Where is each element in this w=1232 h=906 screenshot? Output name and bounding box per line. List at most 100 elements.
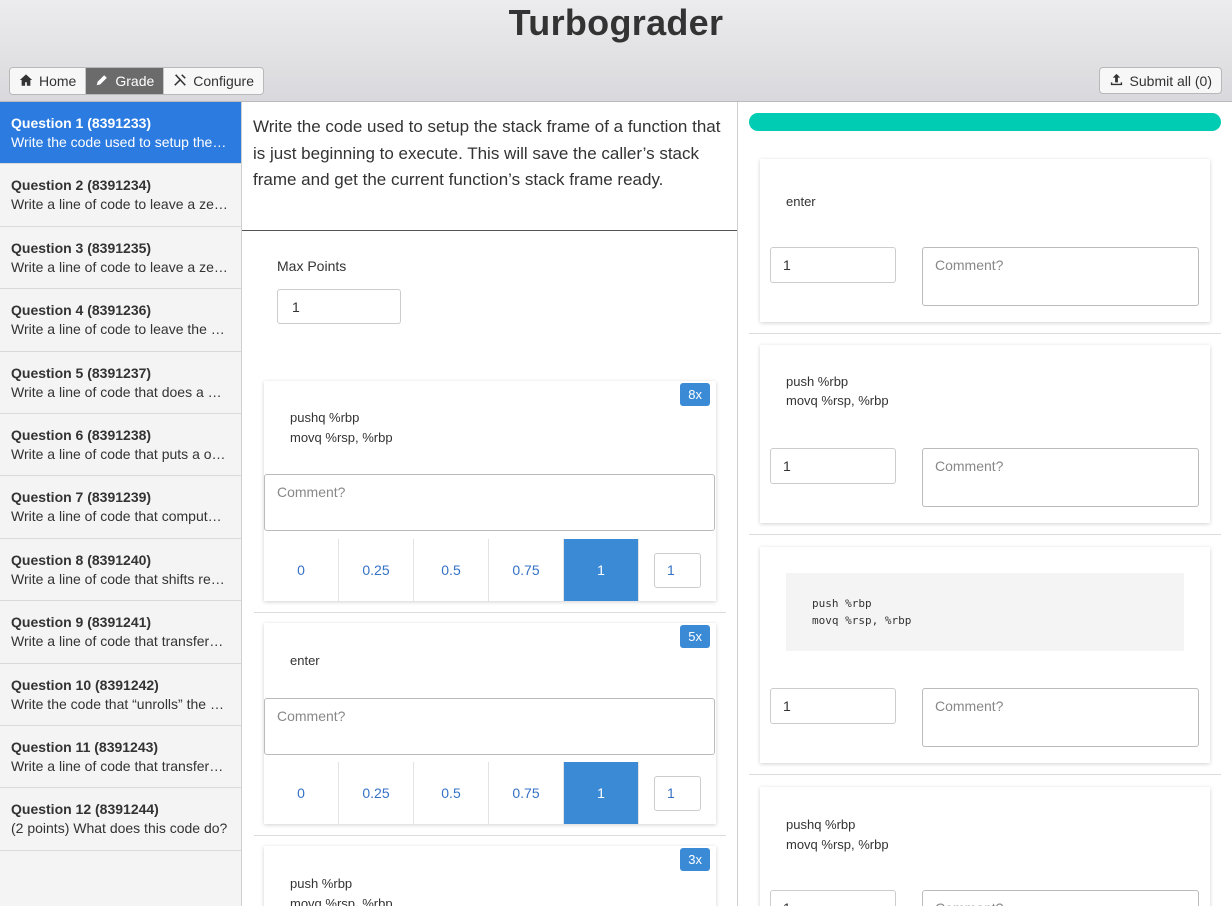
grading-progress-bar (749, 113, 1221, 131)
score-option[interactable]: 0.25 (339, 762, 414, 824)
submission-card: pushq %rbp movq %rsp, %rbp Comment? (760, 787, 1210, 906)
submit-all-button[interactable]: Submit all (0) (1098, 67, 1222, 94)
score-options: 0 0.25 0.5 0.75 1 (264, 762, 716, 824)
home-button[interactable]: Home (10, 68, 87, 94)
score-options: 0 0.25 0.5 0.75 1 (264, 539, 716, 601)
configure-label: Configure (193, 73, 254, 89)
question-list: Question 1 (8391233) Write the code used… (0, 102, 242, 906)
grade-button[interactable]: Grade (86, 68, 165, 94)
custom-score-wrap (639, 539, 716, 601)
count-badge: 8x (680, 383, 710, 406)
answer-group-card: 8x pushq %rbp movq %rsp, %rbp Comment? 0… (264, 381, 716, 601)
divider (749, 333, 1221, 334)
question-summary: Write a line of code that transfers a va… (11, 633, 229, 650)
question-summary: Write the code used to setup the stack f… (11, 134, 229, 150)
question-item[interactable]: Question 6 (8391238) Write a line of cod… (0, 414, 241, 477)
app-title: Turbograder (508, 2, 724, 43)
home-label: Home (39, 73, 77, 89)
submission-comment-field[interactable]: Comment? (922, 448, 1199, 507)
comment-field[interactable]: Comment? (264, 698, 715, 755)
question-title: Question 11 (8391243) (11, 738, 159, 755)
submission-comment-field[interactable]: Comment? (922, 688, 1199, 747)
submission-card: enter Comment? (760, 159, 1210, 322)
answer-group-card: 5x enter Comment? 0 0.25 0.5 0.75 1 (264, 623, 716, 824)
question-summary: Write a line of code that puts a one in … (11, 445, 229, 462)
question-item[interactable]: Question 9 (8391241) Write a line of cod… (0, 601, 241, 664)
submit-all-label: Submit all (0) (1129, 72, 1212, 89)
submission-score-input[interactable] (770, 890, 896, 906)
score-option[interactable]: 0 (264, 762, 339, 824)
custom-score-wrap (639, 762, 716, 824)
question-title: Question 8 (8391240) (11, 551, 152, 568)
answer-groups-panel: Write the code used to setup the stack f… (242, 102, 738, 906)
submission-text: enter (786, 194, 816, 209)
divider (749, 534, 1221, 535)
question-summary: Write a line of code to leave the value … (11, 321, 229, 338)
score-option[interactable]: 0.25 (339, 539, 414, 601)
max-points-input[interactable] (277, 289, 401, 324)
custom-score-input[interactable] (654, 552, 701, 588)
question-title: Question 9 (8391241) (11, 614, 152, 631)
question-item[interactable]: Question 7 (8391239) Write a line of cod… (0, 476, 241, 539)
submission-text: pushq %rbp movq %rsp, %rbp (786, 817, 889, 852)
submission-comment-field[interactable]: Comment? (922, 247, 1199, 306)
app-header: Turbograder Home Grade Configure Submit … (0, 0, 1232, 102)
question-summary: Write a line of code that computes an ad… (11, 508, 229, 525)
question-summary: Write a line of code to leave a zero in … (11, 196, 229, 213)
tools-icon (173, 73, 187, 90)
score-option-selected[interactable]: 1 (564, 762, 639, 824)
question-summary: (2 points) What does this code do? (11, 820, 228, 837)
question-summary: Write a line of code that does a bitwise… (11, 383, 229, 400)
answer-text: push %rbp movq %rsp, %rbp (290, 876, 393, 906)
answer-text: pushq %rbp movq %rsp, %rbp (290, 410, 393, 445)
comment-field[interactable]: Comment? (264, 474, 715, 531)
question-item[interactable]: Question 2 (8391234) Write a line of cod… (0, 164, 241, 227)
score-option[interactable]: 0.5 (414, 762, 489, 824)
submission-score-input[interactable] (770, 688, 896, 724)
question-title: Question 1 (8391233) (11, 115, 152, 131)
submission-card: push %rbp movq %rsp, %rbp Comment? (760, 345, 1210, 523)
submission-text: push %rbp movq %rsp, %rbp (786, 374, 889, 408)
submission-card: push %rbp movq %rsp, %rbp Comment? (760, 547, 1210, 763)
score-option[interactable]: 0 (264, 539, 339, 601)
grade-label: Grade (115, 73, 155, 89)
score-option[interactable]: 0.75 (489, 762, 564, 824)
submission-score-input[interactable] (770, 448, 896, 484)
score-option[interactable]: 0.5 (414, 539, 489, 601)
divider (254, 835, 726, 836)
question-title: Question 5 (8391237) (11, 364, 152, 381)
question-item[interactable]: Question 8 (8391240) Write a line of cod… (0, 539, 241, 602)
question-title: Question 7 (8391239) (11, 489, 152, 506)
question-title: Question 3 (8391235) (11, 239, 152, 256)
question-prompt: Write the code used to setup the stack f… (242, 102, 737, 231)
nav-tabs: Home Grade Configure (9, 67, 264, 95)
score-option-selected[interactable]: 1 (564, 539, 639, 601)
divider (749, 774, 1221, 775)
max-points-label: Max Points (277, 258, 347, 274)
question-item[interactable]: Question 11 (8391243) Write a line of co… (0, 726, 241, 789)
question-item[interactable]: Question 5 (8391237) Write a line of cod… (0, 352, 241, 414)
configure-button[interactable]: Configure (164, 68, 263, 94)
question-title: Question 6 (8391238) (11, 426, 152, 443)
question-item[interactable]: Question 12 (8391244) (2 points) What do… (0, 788, 241, 851)
answer-text: enter (290, 653, 320, 668)
question-item[interactable]: Question 4 (8391236) Write a line of cod… (0, 289, 241, 352)
score-option[interactable]: 0.75 (489, 539, 564, 601)
question-item[interactable]: Question 3 (8391235) Write a line of cod… (0, 227, 241, 290)
divider (254, 612, 726, 613)
question-item[interactable]: Question 10 (8391242) Write the code tha… (0, 664, 241, 726)
submissions-panel: enter Comment? push %rbp movq %rsp, %rbp… (738, 102, 1232, 906)
question-title: Question 12 (8391244) (11, 801, 159, 818)
pencil-icon (95, 73, 109, 90)
count-badge: 5x (680, 625, 710, 648)
question-summary: Write a line of code that transfers a va… (11, 757, 229, 774)
submission-score-input[interactable] (770, 247, 896, 283)
question-title: Question 10 (8391242) (11, 676, 159, 693)
submission-code: push %rbp movq %rsp, %rbp (786, 573, 1184, 651)
question-summary: Write the code that “unrolls” the stack … (11, 695, 229, 712)
custom-score-input[interactable] (654, 775, 701, 811)
submission-comment-field[interactable]: Comment? (922, 890, 1199, 906)
home-icon (19, 73, 33, 90)
question-item[interactable]: Question 1 (8391233) Write the code used… (0, 102, 241, 165)
answer-group-card: 3x push %rbp movq %rsp, %rbp (264, 846, 716, 906)
